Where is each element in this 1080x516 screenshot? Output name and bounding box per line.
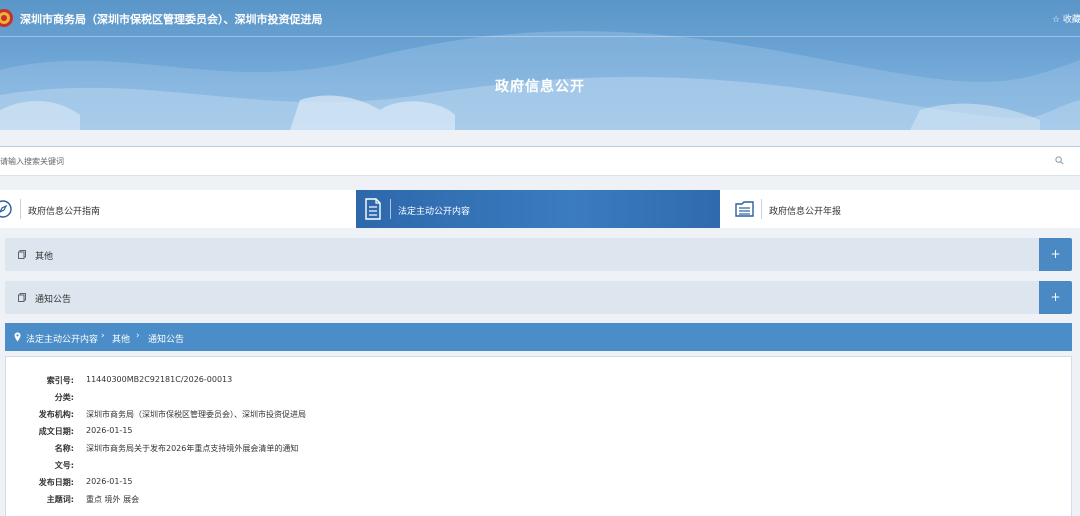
detail-row-category: 分类: [6,392,1066,406]
field-label: 发布机构: [38,410,74,419]
detail-row-index: 索引号: 11440300MB2C92181C/2026-00013 [6,375,1066,389]
location-pin-icon [14,332,21,342]
copy-document-icon [18,293,26,302]
detail-row-written-date: 成文日期: 2026-01-15 [6,426,1066,440]
field-label: 分类: [54,393,74,402]
tab-divider [390,199,391,219]
tab-label: 法定主动公开内容 [398,207,471,217]
favorite-link[interactable]: ☆ 收藏 [1052,12,1080,25]
search-input[interactable] [0,147,1040,175]
site-title[interactable]: 深圳市商务局（深圳市保税区管理委员会）、深圳市投资促进局 [20,11,323,27]
field-value: 2026-01-15 [86,477,133,486]
field-label: 名称: [54,444,74,453]
breadcrumb-item[interactable]: 法定主动公开内容 [26,332,98,345]
tab-divider [761,199,762,219]
document-list-icon [365,198,381,220]
detail-row-doc-number: 文号: [6,460,1066,474]
tab-annual-report[interactable]: 政府信息公开年报 [721,190,1080,228]
tab-label: 政府信息公开年报 [769,207,842,217]
tab-statutory-content[interactable]: 法定主动公开内容 [356,190,720,228]
page-title: 政府信息公开 [495,79,585,95]
field-label: 文号: [54,461,74,470]
detail-row-name: 名称: 深圳市商务局关于发布2026年重点支持境外展会清单的通知 [6,443,1066,457]
compass-icon [0,200,12,218]
search-icon[interactable] [1055,156,1064,165]
field-value: 11440300MB2C92181C/2026-00013 [86,375,233,384]
top-bar: 深圳市商务局（深圳市保税区管理委员会）、深圳市投资促进局 ☆ 收藏 [0,0,1080,37]
breadcrumb-item[interactable]: 通知公告 [148,332,184,345]
breadcrumb-separator: › [101,331,105,341]
detail-row-publisher: 发布机构: 深圳市商务局（深圳市保税区管理委员会）、深圳市投资促进局 [6,409,1066,423]
field-label: 索引号: [46,376,74,385]
folder-icon [735,201,754,217]
copy-document-icon [18,250,26,259]
national-emblem-icon [0,9,13,27]
detail-row-publish-date: 发布日期: 2026-01-15 [6,477,1066,491]
field-value: 2026-01-15 [86,426,133,435]
breadcrumb: 法定主动公开内容 › 其他 › 通知公告 [5,323,1072,351]
accordion-notices[interactable]: 通知公告 + [5,281,1072,314]
field-label: 成文日期: [38,427,74,436]
tab-disclosure-guide[interactable]: 政府信息公开指南 [0,190,355,228]
field-value: 深圳市商务局（深圳市保税区管理委员会）、深圳市投资促进局 [86,410,306,419]
accordion-label: 其他 [35,252,54,262]
field-label: 主题词: [46,495,74,504]
field-label: 发布日期: [38,478,74,487]
category-tabs: 政府信息公开指南 法定主动公开内容 政府信息公开年报 [0,190,1080,228]
tab-divider [20,199,21,219]
breadcrumb-item[interactable]: 其他 [112,332,130,345]
field-value: 深圳市商务局关于发布2026年重点支持境外展会清单的通知 [86,444,299,453]
accordion-other[interactable]: 其他 + [5,238,1072,271]
search-bar [0,146,1080,176]
breadcrumb-separator: › [136,331,140,341]
accordion-label: 通知公告 [35,295,72,305]
header-banner: 深圳市商务局（深圳市保税区管理委员会）、深圳市投资促进局 ☆ 收藏 政府信息公开 [0,0,1080,130]
detail-row-keywords: 主题词: 重点 境外 展会 [6,494,1066,508]
expand-button[interactable]: + [1039,281,1072,314]
field-value: 重点 境外 展会 [86,495,140,504]
document-detail: 索引号: 11440300MB2C92181C/2026-00013 分类: 发… [5,356,1072,516]
expand-button[interactable]: + [1039,238,1072,271]
tab-label: 政府信息公开指南 [28,207,101,217]
